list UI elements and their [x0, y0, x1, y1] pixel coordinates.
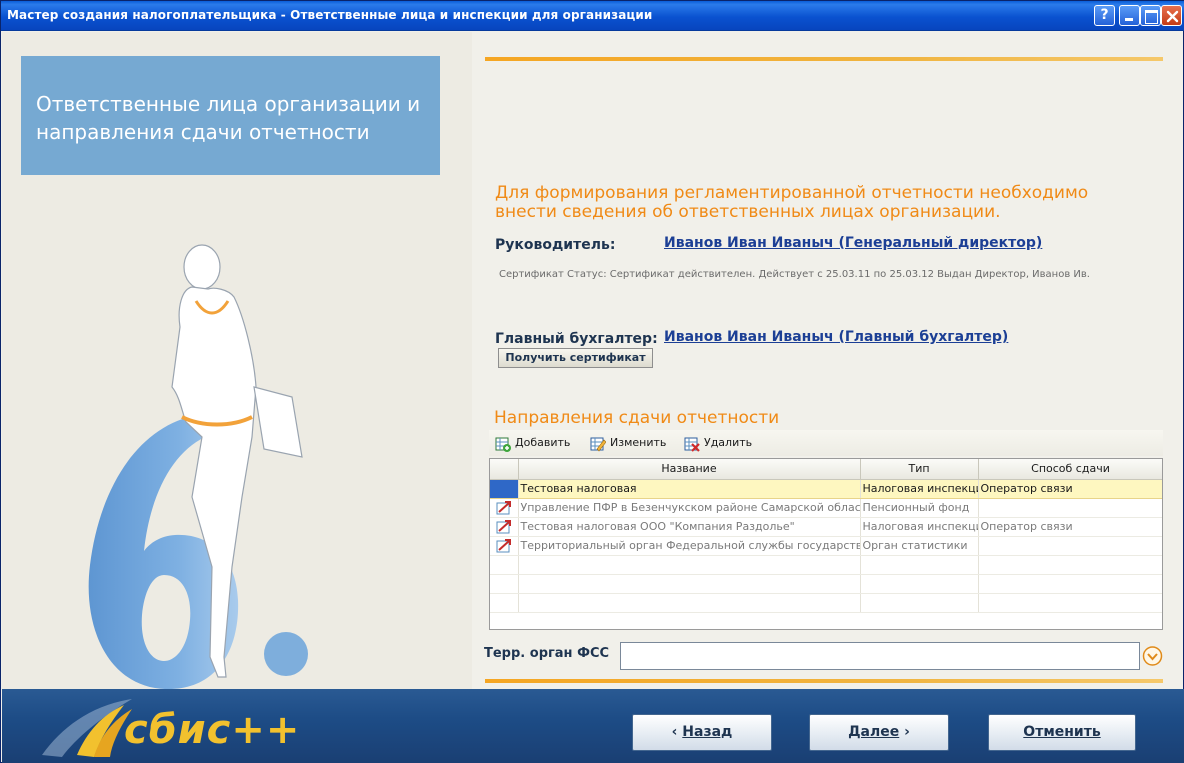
director-certificate-info: Сертификат Статус: Сертификат действител…: [499, 269, 1090, 280]
hero-banner: Ответственные лица организации и направл…: [21, 56, 440, 175]
send-arrow-icon: [496, 519, 511, 533]
row-name: Тестовая налоговая ООО "Компания Раздоль…: [518, 517, 861, 537]
column-header-name[interactable]: Название: [518, 459, 861, 480]
title-bar[interactable]: Мастер создания налогоплательщика - Отве…: [1, 1, 1184, 31]
sbis-logo: сбис++: [32, 697, 299, 759]
close-icon: [1166, 10, 1179, 23]
intro-text: Для формирования регламентированной отче…: [495, 183, 1089, 222]
fss-label: Терр. орган ФСС: [484, 646, 610, 661]
table-row[interactable]: Территориальный орган Федеральной службы…: [490, 536, 1162, 556]
empty-row: [490, 574, 1162, 594]
send-arrow-icon: [496, 500, 511, 514]
table-row[interactable]: Управление ПФР в Безенчукском районе Сам…: [490, 498, 1162, 518]
wizard-window: Мастер создания налогоплательщика - Отве…: [0, 0, 1184, 763]
back-arrow-icon: ‹: [671, 724, 683, 740]
row-type: Пенсионный фонд: [860, 498, 979, 518]
row-name: Управление ПФР в Безенчукском районе Сам…: [518, 498, 861, 518]
accountant-link[interactable]: Иванов Иван Иваныч (Главный бухгалтер): [664, 329, 1008, 345]
maximize-icon: [1141, 6, 1160, 25]
edit-button[interactable]: Изменить: [590, 436, 666, 452]
window-title: Мастер создания налогоплательщика - Отве…: [7, 8, 653, 22]
help-icon: ?: [1100, 7, 1109, 23]
empty-row: [490, 555, 1162, 575]
header-marker: [490, 459, 519, 480]
directions-table[interactable]: Название Тип Способ сдачи Тестовая налог…: [489, 458, 1163, 630]
row-method: Оператор связи: [978, 517, 1162, 537]
woman-illustration: [171, 244, 303, 678]
add-label: Добавить: [515, 436, 571, 449]
hero-text: Ответственные лица организации и направл…: [36, 92, 421, 144]
add-button[interactable]: Добавить: [495, 436, 570, 452]
row-selection-marker: [490, 479, 519, 499]
table-header-row: Название Тип Способ сдачи: [490, 459, 1162, 480]
fss-dropdown-button[interactable]: [1142, 644, 1163, 668]
director-link[interactable]: Иванов Иван Иваныч (Генеральный директор…: [664, 235, 1042, 251]
row-name: Тестовая налоговая: [518, 479, 861, 499]
row-status-cell: [490, 498, 519, 518]
table-row[interactable]: Тестовая налоговая ООО "Компания Раздоль…: [490, 517, 1162, 537]
row-type: Орган статистики: [860, 536, 979, 556]
column-header-type[interactable]: Тип: [860, 459, 979, 480]
bottom-divider: [485, 679, 1163, 683]
delete-button[interactable]: Удалить: [684, 436, 752, 452]
cancel-button[interactable]: Отменить: [988, 714, 1136, 751]
back-button[interactable]: ‹ Назад: [632, 714, 772, 751]
close-button[interactable]: [1161, 5, 1182, 26]
delete-icon: [684, 437, 700, 452]
minimize-button[interactable]: [1119, 5, 1140, 26]
next-button[interactable]: Далее ›: [809, 714, 949, 751]
row-method: Оператор связи: [978, 479, 1162, 499]
table-row[interactable]: Тестовая налоговая Налоговая инспекция О…: [490, 479, 1162, 499]
footer-bar: сбис++ ‹ Назад Далее › Отменить: [2, 689, 1184, 763]
accountant-label: Главный бухгалтер:: [495, 331, 658, 347]
send-arrow-icon: [496, 538, 511, 552]
directions-title: Направления сдачи отчетности: [494, 408, 780, 428]
next-label: Далее: [848, 724, 900, 740]
help-button[interactable]: ?: [1094, 5, 1115, 26]
row-type: Налоговая инспекция: [860, 479, 979, 499]
back-label: Назад: [682, 724, 733, 740]
director-label: Руководитель:: [495, 237, 616, 253]
row-method: [978, 498, 1162, 518]
next-arrow-icon: ›: [899, 724, 910, 740]
row-status-cell: [490, 536, 519, 556]
minimize-icon: [1120, 6, 1139, 25]
directions-toolbar: Добавить Изменить Удалить: [489, 430, 1163, 456]
cancel-label: Отменить: [1023, 724, 1101, 740]
delete-label: Удалить: [704, 436, 753, 449]
logo-text: сбис++: [124, 707, 301, 753]
left-illustration-panel: Ответственные лица организации и направл…: [2, 32, 472, 690]
maximize-button[interactable]: [1140, 5, 1161, 26]
edit-label: Изменить: [610, 436, 667, 449]
edit-icon: [590, 437, 606, 452]
column-header-method[interactable]: Способ сдачи: [978, 459, 1162, 480]
row-method: [978, 536, 1162, 556]
get-certificate-button[interactable]: Получить сертификат: [498, 348, 653, 368]
row-status-cell: [490, 517, 519, 537]
top-divider: [485, 57, 1163, 61]
row-name: Территориальный орган Федеральной службы…: [518, 536, 861, 556]
fss-input[interactable]: [620, 642, 1140, 670]
row-type: Налоговая инспекция: [860, 517, 979, 537]
empty-row: [490, 593, 1162, 613]
add-icon: [495, 437, 511, 452]
